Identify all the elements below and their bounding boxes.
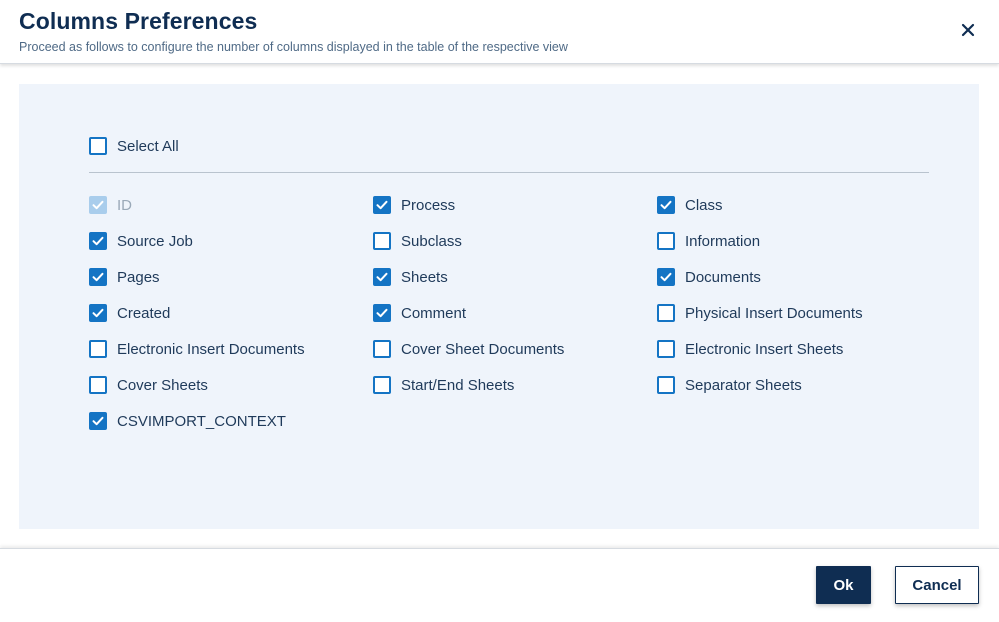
column-label: Electronic Insert Documents xyxy=(117,340,305,358)
checkmark-icon xyxy=(92,308,104,318)
column-label: Class xyxy=(685,196,723,214)
column-option[interactable]: Pages xyxy=(89,266,160,288)
column-option[interactable]: Created xyxy=(89,302,170,324)
column-label: Created xyxy=(117,304,171,322)
dialog-title: Columns Preferences xyxy=(19,8,258,34)
checkmark-icon xyxy=(376,272,388,282)
column-label: Comment xyxy=(401,304,467,322)
column-option[interactable]: CSVIMPORT_CONTEXT xyxy=(89,410,286,432)
checkmark-icon xyxy=(92,236,104,246)
column-label: ID xyxy=(117,196,132,214)
dialog-header: Columns Preferences Proceed as follows t… xyxy=(0,0,999,64)
select-all-label: Select All xyxy=(117,137,179,155)
column-checkbox[interactable] xyxy=(89,304,107,322)
column-option[interactable]: Source Job xyxy=(89,230,193,252)
dialog-body: Select All ID Process Class Source Job Subcl… xyxy=(0,65,999,548)
columns-preferences-dialog: Columns Preferences Proceed as follows t… xyxy=(0,0,999,622)
column-label: Process xyxy=(401,196,456,214)
select-all-checkbox[interactable] xyxy=(89,137,107,155)
close-button[interactable] xyxy=(956,18,980,42)
column-checkbox[interactable] xyxy=(373,304,391,322)
column-checkbox[interactable] xyxy=(89,268,107,286)
column-label: Documents xyxy=(685,268,761,286)
checkmark-icon xyxy=(660,200,672,210)
column-option[interactable]: Comment xyxy=(373,302,466,324)
checkmark-icon xyxy=(92,272,104,282)
checkmark-icon xyxy=(376,308,388,318)
column-option[interactable]: Process xyxy=(373,194,455,216)
column-option[interactable]: Separator Sheets xyxy=(657,374,802,396)
column-label: Sheets xyxy=(401,268,448,286)
column-label: CSVIMPORT_CONTEXT xyxy=(117,412,286,430)
column-checkbox[interactable] xyxy=(89,376,107,394)
checkmark-icon xyxy=(376,200,388,210)
column-option[interactable]: Subclass xyxy=(373,230,462,252)
column-checkbox[interactable] xyxy=(373,340,391,358)
divider xyxy=(89,172,929,173)
dialog-subtitle: Proceed as follows to configure the numb… xyxy=(19,40,568,54)
column-option[interactable]: Electronic Insert Documents xyxy=(89,338,305,360)
column-option[interactable]: Cover Sheet Documents xyxy=(373,338,564,360)
column-label: Information xyxy=(685,232,761,250)
column-option: ID xyxy=(89,194,132,216)
column-option[interactable]: Physical Insert Documents xyxy=(657,302,863,324)
ok-button[interactable]: Ok xyxy=(816,566,871,604)
column-label: Subclass xyxy=(401,232,462,250)
column-option[interactable]: Documents xyxy=(657,266,761,288)
column-checkbox[interactable] xyxy=(657,376,675,394)
column-label: Start/End Sheets xyxy=(401,376,515,394)
column-checkbox[interactable] xyxy=(89,340,107,358)
column-label: Cover Sheets xyxy=(117,376,208,394)
checkmark-icon xyxy=(92,416,104,426)
column-option[interactable]: Electronic Insert Sheets xyxy=(657,338,843,360)
select-all-checkbox-row[interactable]: Select All xyxy=(89,135,179,157)
column-checkbox[interactable] xyxy=(657,232,675,250)
column-label: Pages xyxy=(117,268,160,286)
column-checkbox xyxy=(89,196,107,214)
column-checkbox[interactable] xyxy=(657,340,675,358)
columns-panel: Select All ID Process Class Source Job Subcl… xyxy=(19,84,979,529)
column-option[interactable]: Start/End Sheets xyxy=(373,374,514,396)
checkmark-icon xyxy=(92,200,104,210)
column-checkbox[interactable] xyxy=(89,232,107,250)
column-label: Cover Sheet Documents xyxy=(401,340,565,358)
column-checkbox[interactable] xyxy=(657,268,675,286)
column-option[interactable]: Information xyxy=(657,230,760,252)
column-checkbox[interactable] xyxy=(657,196,675,214)
column-label: Physical Insert Documents xyxy=(685,304,863,322)
column-checkbox[interactable] xyxy=(373,232,391,250)
column-label: Electronic Insert Sheets xyxy=(685,340,844,358)
column-checkbox[interactable] xyxy=(657,304,675,322)
checkmark-icon xyxy=(660,272,672,282)
column-checkbox[interactable] xyxy=(373,196,391,214)
column-option[interactable]: Class xyxy=(657,194,723,216)
column-checkbox[interactable] xyxy=(89,412,107,430)
column-option[interactable]: Sheets xyxy=(373,266,448,288)
close-icon xyxy=(961,23,975,37)
dialog-footer: Ok Cancel xyxy=(0,548,999,622)
cancel-button[interactable]: Cancel xyxy=(895,566,979,604)
column-checkbox[interactable] xyxy=(373,376,391,394)
column-option[interactable]: Cover Sheets xyxy=(89,374,208,396)
column-label: Source Job xyxy=(117,232,193,250)
column-label: Separator Sheets xyxy=(685,376,802,394)
column-checkbox[interactable] xyxy=(373,268,391,286)
